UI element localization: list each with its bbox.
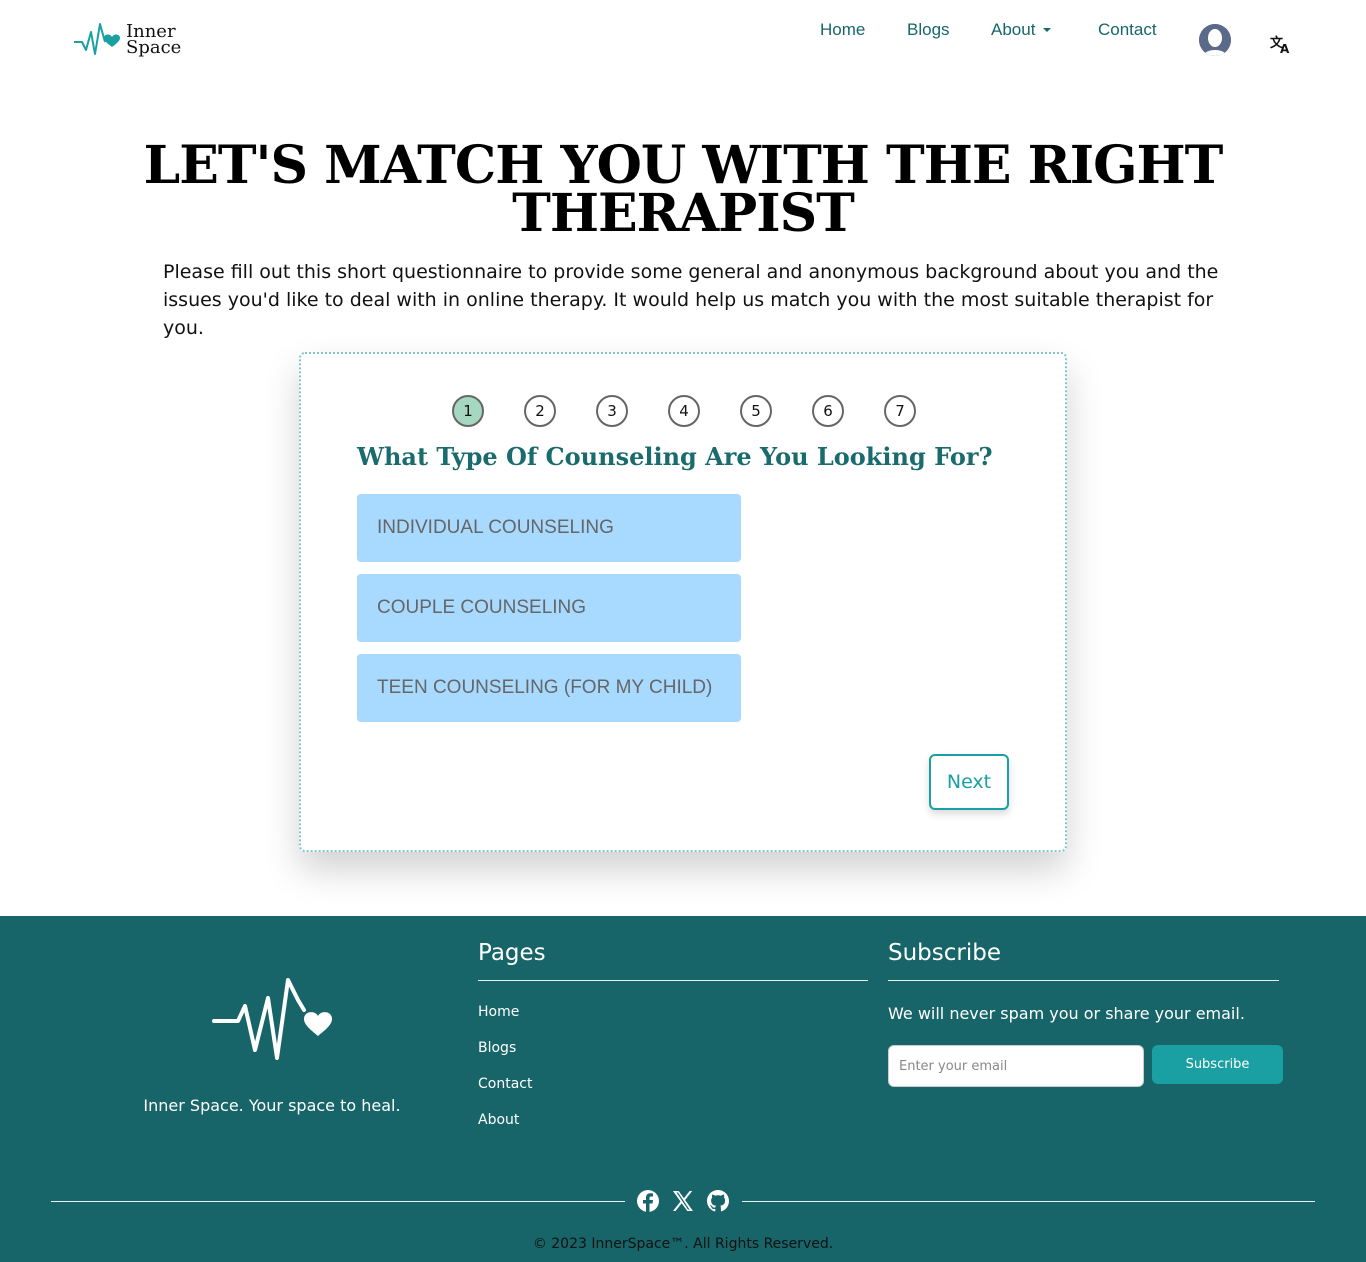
x-icon[interactable]: [671, 1189, 695, 1213]
site-footer: Inner Space. Your space to heal. Pages H…: [0, 916, 1366, 1262]
footer-link-blogs[interactable]: Blogs: [478, 1040, 516, 1056]
person-silhouette-icon: [1199, 24, 1231, 56]
page-title: LET'S MATCH YOU WITH THE RIGHT THERAPIST: [0, 140, 1366, 244]
copyright-text: © 2023 InnerSpace™. All Rights Reserved.: [532, 1236, 834, 1252]
step-2[interactable]: 2: [524, 395, 556, 427]
github-icon[interactable]: [706, 1189, 730, 1213]
site-logo[interactable]: Inner Space: [74, 20, 181, 60]
user-avatar-icon[interactable]: [1199, 24, 1231, 56]
footer-subscribe-heading: Subscribe: [888, 940, 1002, 966]
footer-link-contact[interactable]: Contact: [478, 1076, 532, 1092]
email-field[interactable]: [888, 1045, 1144, 1087]
footer-pages-heading: Pages: [478, 940, 546, 966]
next-button[interactable]: Next: [929, 754, 1009, 810]
step-6[interactable]: 6: [812, 395, 844, 427]
heartbeat-heart-logo-icon: [212, 978, 332, 1060]
caret-down-icon: [1043, 28, 1052, 32]
page-title-line2: THERAPIST: [512, 183, 855, 244]
site-header: Inner Space Home Blogs About Contact 文 A: [0, 0, 1366, 80]
footer-pages-divider: [478, 980, 868, 981]
heartbeat-heart-logo-icon: [74, 23, 120, 55]
footer-tagline: Inner Space. Your space to heal.: [143, 1096, 401, 1115]
step-4[interactable]: 4: [668, 395, 700, 427]
footer-link-home[interactable]: Home: [478, 1004, 519, 1020]
logo-text-line2: Space: [126, 37, 182, 58]
questionnaire-card: 1 2 3 4 5 6 7 What Type Of Counseling Ar…: [299, 352, 1067, 852]
subscribe-button[interactable]: Subscribe: [1152, 1045, 1283, 1084]
translate-icon[interactable]: 文 A: [1270, 34, 1292, 54]
step-1[interactable]: 1: [452, 395, 484, 427]
nav-about-label: About: [991, 20, 1036, 39]
nav-blogs-link[interactable]: Blogs: [907, 20, 950, 40]
logo-text: Inner Space: [126, 23, 182, 58]
question-title: What Type Of Counseling Are You Looking …: [357, 442, 993, 471]
nav-home-link[interactable]: Home: [820, 20, 865, 40]
step-5[interactable]: 5: [740, 395, 772, 427]
footer-bottom-divider-right: [742, 1201, 1315, 1202]
option-teen-counseling[interactable]: TEEN COUNSELING (FOR MY CHILD): [357, 654, 741, 722]
step-3[interactable]: 3: [596, 395, 628, 427]
nav-about-dropdown[interactable]: About: [991, 20, 1052, 40]
footer-subscribe-divider: [888, 980, 1279, 981]
nav-contact-link[interactable]: Contact: [1098, 20, 1157, 40]
option-individual-counseling[interactable]: INDIVIDUAL COUNSELING: [357, 494, 741, 562]
footer-subscribe-text: We will never spam you or share your ema…: [888, 1004, 1245, 1023]
facebook-icon[interactable]: [636, 1189, 660, 1213]
footer-link-about[interactable]: About: [478, 1112, 519, 1128]
step-7[interactable]: 7: [884, 395, 916, 427]
svg-text:A: A: [1280, 42, 1290, 54]
page-description: Please fill out this short questionnaire…: [163, 261, 1219, 339]
option-couple-counseling[interactable]: COUPLE COUNSELING: [357, 574, 741, 642]
footer-bottom-divider-left: [51, 1201, 625, 1202]
